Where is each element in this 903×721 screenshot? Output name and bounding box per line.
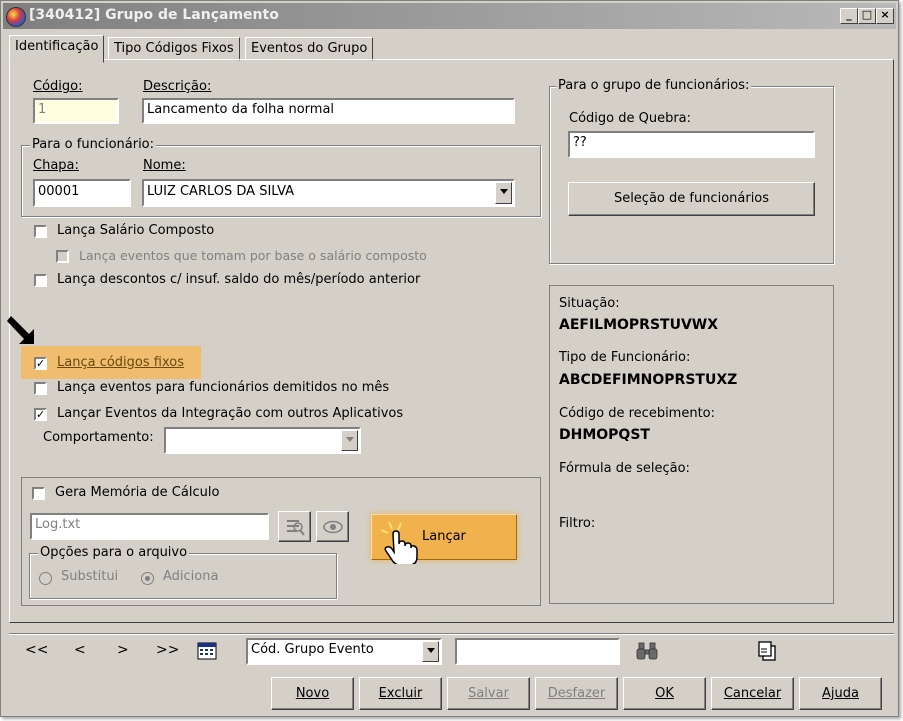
lanca-eventos-base-checkbox[interactable]	[56, 250, 69, 263]
copy-document-icon[interactable]	[756, 640, 778, 662]
lanca-codigos-fixos-label: Lança códigos fixos	[57, 355, 184, 370]
grupo-funcionarios-caption: Para o grupo de funcionários:	[556, 78, 752, 93]
next-record-button[interactable]: >	[117, 642, 129, 658]
descricao-label: Descrição:	[143, 79, 212, 94]
quebra-field[interactable]: ??	[568, 131, 815, 158]
lancar-button-label: Lançar	[422, 529, 466, 544]
ajuda-button[interactable]: Ajuda	[799, 677, 882, 710]
nome-dropdown[interactable]: LUIZ CARLOS DA SILVA	[142, 179, 515, 207]
tab-eventos-do-grupo[interactable]: Eventos do Grupo	[245, 37, 374, 61]
first-record-button[interactable]: <<	[25, 642, 48, 658]
lancar-integracao-label: Lançar Eventos da Integração com outros …	[57, 406, 404, 421]
descricao-field[interactable]: Lancamento da folha normal	[142, 98, 515, 124]
search-value-input[interactable]	[455, 638, 620, 665]
ok-button-label: OK	[655, 686, 674, 701]
tab-tipo-codigos-fixos[interactable]: Tipo Códigos Fixos	[108, 37, 240, 61]
minimize-button[interactable]: _	[840, 8, 858, 24]
cancelar-button-label: Cancelar	[723, 686, 782, 701]
eye-icon	[322, 520, 343, 534]
window-title: [340412] Grupo de Lançamento	[29, 7, 279, 23]
chapa-label: Chapa:	[33, 158, 79, 173]
codigo-recebimento-label: Código de recebimento:	[559, 406, 716, 421]
view-file-button[interactable]	[316, 511, 349, 542]
adiciona-label: Adiciona	[163, 569, 219, 584]
browse-file-button[interactable]	[278, 511, 311, 542]
chapa-field[interactable]: 00001	[33, 179, 131, 207]
lanca-demitidos-checkbox[interactable]	[34, 382, 47, 395]
check-icon: ✓	[36, 357, 46, 370]
maximize-button[interactable]: □	[858, 8, 876, 24]
excluir-button-label: Excluir	[378, 686, 423, 701]
lanca-codigos-fixos-checkbox[interactable]: ✓	[34, 357, 47, 370]
app-globe-icon	[6, 7, 26, 27]
cancelar-button[interactable]: Cancelar	[711, 677, 794, 710]
comportamento-dropdown-arrow-icon[interactable]	[341, 430, 358, 451]
lanca-salario-checkbox[interactable]	[34, 225, 47, 238]
lanca-descontos-checkbox[interactable]	[34, 274, 47, 287]
check-icon: ✓	[36, 408, 46, 421]
substitui-label: Substitui	[61, 569, 119, 584]
desfazer-button-label: Desfazer	[547, 686, 606, 701]
ok-button[interactable]: OK	[623, 677, 706, 710]
salvar-button[interactable]: Salvar	[447, 677, 530, 710]
arrow-pointer-icon	[7, 316, 34, 344]
situacao-label: Situação:	[559, 296, 620, 311]
nome-dropdown-arrow-icon[interactable]	[495, 182, 512, 204]
substitui-radio[interactable]	[39, 572, 52, 585]
tipo-funcionario-label: Tipo de Funcionário:	[559, 350, 691, 365]
dialog-window: [340412] Grupo de Lançamento _ □ × Ident…	[0, 0, 899, 717]
funcionario-group-caption: Para o funcionário:	[30, 137, 157, 152]
calendar-icon[interactable]	[197, 642, 217, 660]
tipo-funcionario-value: ABCDEFIMNOPRSTUXZ	[559, 372, 738, 388]
comportamento-label: Comportamento:	[43, 430, 154, 445]
gera-memoria-label: Gera Memória de Cálculo	[55, 485, 220, 500]
search-field-value: Cód. Grupo Evento	[251, 642, 374, 657]
quebra-label-text: Código de Quebra:	[569, 111, 692, 126]
ajuda-button-label: Ajuda	[822, 686, 859, 701]
codigo-field[interactable]: 1	[33, 98, 119, 124]
novo-button[interactable]: Novo	[271, 677, 354, 710]
filtro-label: Filtro:	[559, 516, 596, 531]
codigo-label: Código:	[33, 79, 83, 94]
lanca-eventos-base-label: Lança eventos que tomam por base o salár…	[79, 248, 427, 263]
hand-cursor-icon	[380, 521, 418, 564]
lanca-descontos-label: Lança descontos c/ insuf. saldo do mês/p…	[57, 272, 421, 287]
lancar-integracao-checkbox[interactable]: ✓	[34, 408, 47, 421]
title-bar[interactable]: [340412] Grupo de Lançamento _ □ ×	[3, 3, 896, 29]
adiciona-radio[interactable]	[141, 572, 154, 585]
novo-button-label: Novo	[295, 686, 330, 701]
salvar-button-label: Salvar	[468, 686, 509, 701]
last-record-button[interactable]: >>	[156, 642, 179, 658]
comportamento-dropdown[interactable]	[164, 427, 361, 454]
quebra-label: Código de Quebra:	[569, 111, 691, 126]
binoculars-icon[interactable]	[636, 641, 658, 661]
codigo-recebimento-value: DHMOPQST	[559, 427, 650, 443]
log-file-field[interactable]: Log.txt	[30, 513, 269, 540]
desfazer-button[interactable]: Desfazer	[535, 677, 618, 710]
formula-selecao-label: Fórmula de seleção:	[559, 461, 690, 476]
nome-value: LUIZ CARLOS DA SILVA	[147, 184, 295, 199]
search-field-dropdown[interactable]: Cód. Grupo Evento	[246, 638, 442, 665]
close-button[interactable]: ×	[876, 8, 894, 24]
magnify-list-icon	[286, 520, 305, 536]
lanca-demitidos-label: Lança eventos para funcionários demitido…	[57, 380, 390, 395]
gera-memoria-checkbox[interactable]	[32, 487, 45, 500]
search-field-dropdown-arrow-icon[interactable]	[422, 641, 439, 662]
prev-record-button[interactable]: <	[74, 642, 86, 658]
excluir-button[interactable]: Excluir	[359, 677, 442, 710]
opcoes-arquivo-caption: Opções para o arquivo	[38, 545, 190, 560]
situacao-value: AEFILMOPRSTUVWX	[559, 317, 719, 333]
nome-label: Nome:	[143, 158, 186, 173]
tab-identificacao[interactable]: Identificação	[9, 35, 105, 63]
lanca-salario-label: Lança Salário Composto	[57, 223, 215, 238]
selecao-funcionarios-button[interactable]: Seleção de funcionários	[568, 182, 815, 216]
